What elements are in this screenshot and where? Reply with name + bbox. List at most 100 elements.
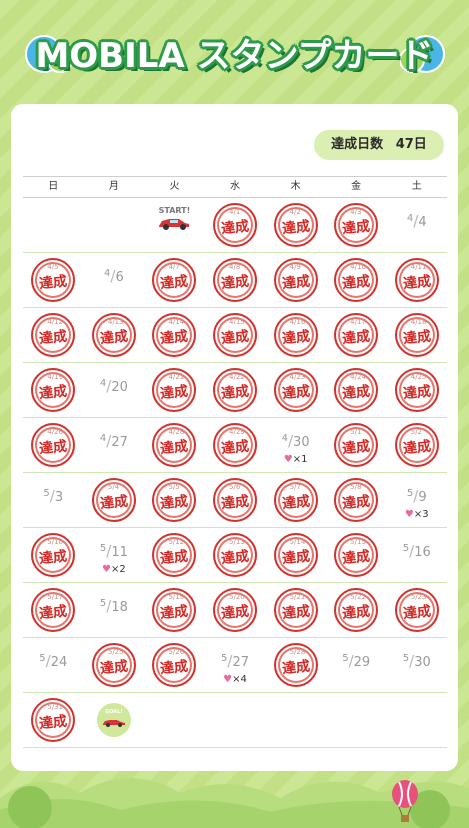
calendar-cell[interactable]: 4/1 達成 xyxy=(205,198,266,252)
achieved-stamp[interactable]: 5/22 達成 xyxy=(334,588,379,632)
calendar-cell[interactable]: 4/18 達成 xyxy=(386,308,447,362)
calendar-cell[interactable]: 4/25 達成 xyxy=(386,363,447,417)
achieved-stamp[interactable]: 5/2 達成 xyxy=(394,423,439,467)
calendar-cell[interactable]: 5/26 達成 xyxy=(144,638,205,692)
calendar-cell[interactable]: 5/5 達成 xyxy=(144,473,205,527)
calendar-cell[interactable]: 5/10 達成 xyxy=(23,528,84,582)
calendar-cell[interactable]: 4/28 達成 xyxy=(144,418,205,472)
calendar-cell[interactable]: 5/7 達成 xyxy=(265,473,326,527)
calendar-cell[interactable]: 4/11 達成 xyxy=(386,253,447,307)
achieved-stamp[interactable]: 4/11 達成 xyxy=(394,258,439,302)
achieved-stamp[interactable]: 4/1 達成 xyxy=(213,203,258,247)
achieved-stamp[interactable]: 4/8 達成 xyxy=(213,258,258,302)
stamp-text: 達成 xyxy=(402,603,432,623)
achieved-stamp[interactable]: 5/14 達成 xyxy=(273,533,318,577)
calendar-cell[interactable]: 5/19 達成 xyxy=(144,583,205,637)
achieved-stamp[interactable]: 5/10 達成 xyxy=(31,533,76,577)
calendar-cell[interactable]: 4/29 達成 xyxy=(205,418,266,472)
achieved-stamp[interactable]: 4/5 達成 xyxy=(31,258,76,302)
calendar-cell[interactable]: 4/5 達成 xyxy=(23,253,84,307)
calendar-cell[interactable]: 4/8 達成 xyxy=(205,253,266,307)
calendar-cell[interactable]: 5/31 達成 xyxy=(23,693,84,747)
calendar-cell[interactable]: 5/13 達成 xyxy=(205,528,266,582)
calendar-cell[interactable]: 5/8 達成 xyxy=(326,473,387,527)
achieved-stamp[interactable]: 5/15 達成 xyxy=(334,533,379,577)
achieved-stamp[interactable]: 4/12 達成 xyxy=(31,313,76,357)
achieved-stamp[interactable]: 5/23 達成 xyxy=(394,588,439,632)
achieved-stamp[interactable]: 4/22 達成 xyxy=(213,368,258,412)
achieved-stamp[interactable]: 4/9 達成 xyxy=(273,258,318,302)
calendar-cell[interactable]: 4/12 達成 xyxy=(23,308,84,362)
calendar-cell[interactable]: 4/19 達成 xyxy=(23,363,84,417)
achieved-stamp[interactable]: 5/26 達成 xyxy=(152,643,197,687)
day-number: 4 xyxy=(418,215,427,230)
achieved-stamp[interactable]: 4/21 達成 xyxy=(152,368,197,412)
calendar-cell[interactable]: 4/16 達成 xyxy=(265,308,326,362)
achieved-stamp[interactable]: 5/19 達成 xyxy=(152,588,197,632)
achieved-stamp[interactable]: 4/19 達成 xyxy=(31,368,76,412)
calendar-cell[interactable]: 5/14 達成 xyxy=(265,528,326,582)
achieved-stamp[interactable]: 5/20 達成 xyxy=(213,588,258,632)
achieved-stamp[interactable]: 4/13 達成 xyxy=(91,313,136,357)
achieved-stamp[interactable]: 4/3 達成 xyxy=(334,203,379,247)
achieved-stamp[interactable]: 4/18 達成 xyxy=(394,313,439,357)
calendar-cell[interactable]: 5/1 達成 xyxy=(326,418,387,472)
achieved-stamp[interactable]: 4/10 達成 xyxy=(334,258,379,302)
stamp-date: 5/31 xyxy=(47,703,64,711)
calendar-cell[interactable]: 5/22 達成 xyxy=(326,583,387,637)
calendar-cell[interactable]: 4/21 達成 xyxy=(144,363,205,417)
calendar-cell[interactable]: 5/15 達成 xyxy=(326,528,387,582)
goal-label: GOAL! xyxy=(105,709,123,715)
calendar-cell[interactable]: 4/26 達成 xyxy=(23,418,84,472)
achieved-stamp[interactable]: 4/16 達成 xyxy=(273,313,318,357)
calendar-cell[interactable]: 5/20 達成 xyxy=(205,583,266,637)
calendar-cell[interactable]: 4/24 達成 xyxy=(326,363,387,417)
achieved-stamp[interactable]: 5/4 達成 xyxy=(91,478,136,522)
calendar-cell[interactable]: 5/6 達成 xyxy=(205,473,266,527)
calendar-cell[interactable]: 5/2 達成 xyxy=(386,418,447,472)
achieved-stamp[interactable]: 5/6 達成 xyxy=(213,478,258,522)
calendar-cell[interactable]: 5/23 達成 xyxy=(386,583,447,637)
calendar-cell[interactable]: 4/15 達成 xyxy=(205,308,266,362)
calendar-cell[interactable]: 5/17 達成 xyxy=(23,583,84,637)
calendar-cell[interactable]: 5/21 達成 xyxy=(265,583,326,637)
calendar-cell[interactable]: 4/10 達成 xyxy=(326,253,387,307)
achieved-stamp[interactable]: 4/28 達成 xyxy=(152,423,197,467)
achieved-stamp[interactable]: 4/14 達成 xyxy=(152,313,197,357)
achieved-stamp[interactable]: 4/17 達成 xyxy=(334,313,379,357)
achieved-stamp[interactable]: 4/7 達成 xyxy=(152,258,197,302)
calendar-cell[interactable]: 4/14 達成 xyxy=(144,308,205,362)
calendar-cell[interactable]: 4/3 達成 xyxy=(326,198,387,252)
calendar-cell[interactable]: 5/28 達成 xyxy=(265,638,326,692)
achieved-stamp[interactable]: 4/24 達成 xyxy=(334,368,379,412)
calendar-cell[interactable]: 4/23 達成 xyxy=(265,363,326,417)
achieved-stamp[interactable]: 5/7 達成 xyxy=(273,478,318,522)
achieved-stamp[interactable]: 4/23 達成 xyxy=(273,368,318,412)
achieved-stamp[interactable]: 5/8 達成 xyxy=(334,478,379,522)
achieved-stamp[interactable]: 5/1 達成 xyxy=(334,423,379,467)
calendar-cell[interactable]: 4/22 達成 xyxy=(205,363,266,417)
calendar-cell[interactable]: 4/2 達成 xyxy=(265,198,326,252)
calendar-cell[interactable]: 5/25 達成 xyxy=(84,638,145,692)
stamp-date: 5/20 xyxy=(229,593,245,601)
calendar-cell[interactable]: 4/17 達成 xyxy=(326,308,387,362)
achieved-stamp[interactable]: 5/13 達成 xyxy=(213,533,258,577)
achieved-stamp[interactable]: 5/28 達成 xyxy=(273,643,318,687)
achieved-stamp[interactable]: 4/25 達成 xyxy=(394,368,439,412)
calendar-cell[interactable]: 4/7 達成 xyxy=(144,253,205,307)
achieved-stamp[interactable]: 5/12 達成 xyxy=(152,533,197,577)
stamp-text: 達成 xyxy=(38,603,69,623)
achieved-stamp[interactable]: 5/17 達成 xyxy=(31,588,76,632)
achieved-stamp[interactable]: 4/29 達成 xyxy=(213,423,258,467)
achieved-stamp[interactable]: 4/15 達成 xyxy=(213,313,258,357)
calendar-cell[interactable]: 4/13 達成 xyxy=(84,308,145,362)
calendar-cell[interactable]: 5/4 達成 xyxy=(84,473,145,527)
achieved-stamp[interactable]: 4/26 達成 xyxy=(31,423,76,467)
calendar-cell[interactable]: 5/12 達成 xyxy=(144,528,205,582)
achieved-stamp[interactable]: 5/21 達成 xyxy=(273,588,318,632)
achieved-stamp[interactable]: 5/25 達成 xyxy=(91,643,136,687)
calendar-cell[interactable]: 4/9 達成 xyxy=(265,253,326,307)
achieved-stamp[interactable]: 4/2 達成 xyxy=(273,203,318,247)
achieved-stamp[interactable]: 5/5 達成 xyxy=(152,478,197,522)
achieved-stamp[interactable]: 5/31 達成 xyxy=(31,698,76,742)
